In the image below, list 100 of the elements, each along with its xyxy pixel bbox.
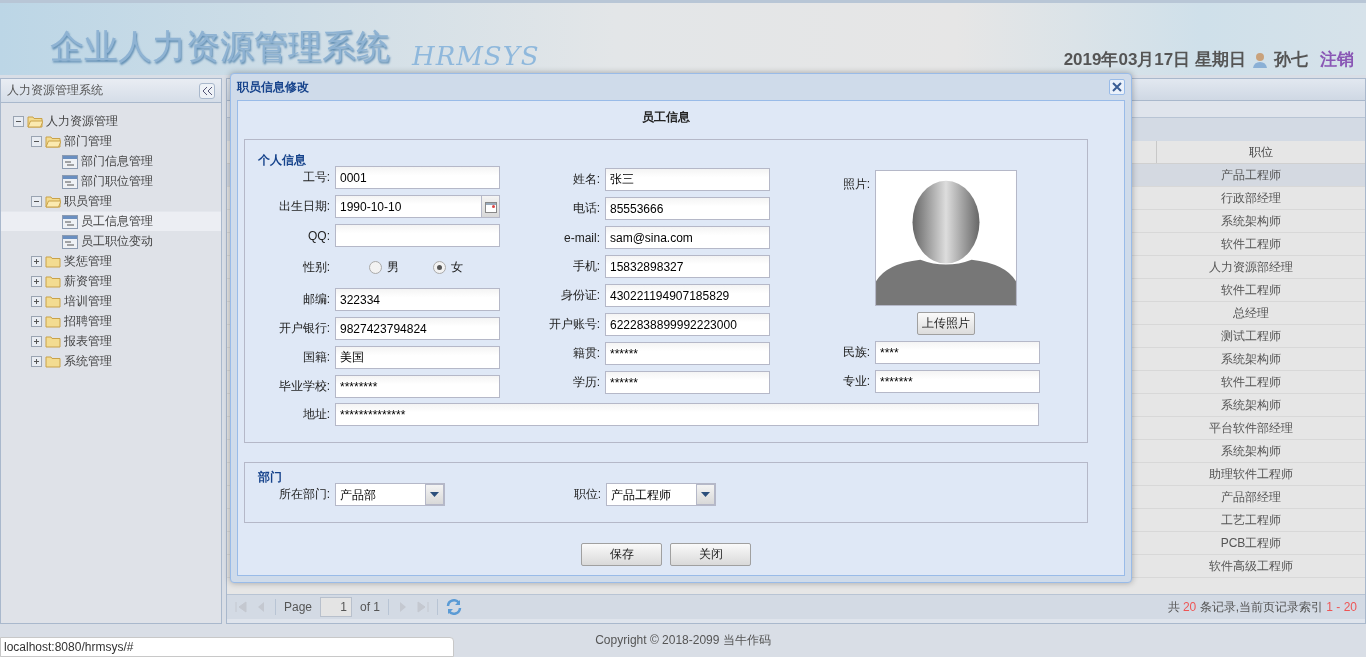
expand-icon[interactable] [31,296,42,307]
select-field[interactable]: 产品部 [335,483,445,506]
text-field[interactable]: 9827423794824 [335,317,500,340]
column-header[interactable]: 职位 [1157,141,1365,163]
tree-item[interactable]: 系统管理 [1,351,221,371]
field-label: 开户银行: [277,320,330,337]
select-field[interactable]: 产品工程师 [606,483,716,506]
collapse-icon[interactable] [31,196,42,207]
tree-item-label: 系统管理 [64,353,112,370]
field-label: 姓名: [571,171,600,188]
calendar-icon [484,200,497,213]
date-picker-button[interactable] [481,195,500,218]
text-field[interactable]: 15832898327 [605,255,770,278]
text-field[interactable]: ****** [605,342,770,365]
table-cell-text: 软件高级工程师 [1208,557,1294,575]
expand-icon[interactable] [31,336,42,347]
collapse-icon[interactable] [13,116,24,127]
form-icon [62,234,78,249]
field-label: 地址: [301,406,330,423]
table-cell-text: 人力资源部经理 [1208,258,1294,276]
tree-item-label: 招聘管理 [64,313,112,330]
record-summary: 共 20 条记录,当前页记录索引 1 - 20 [1167,598,1357,616]
tree-item[interactable]: 人力资源管理 [1,111,221,131]
text-field[interactable]: ****** [605,371,770,394]
dialog-title: 职员信息修改 [237,78,309,96]
form-heading: 员工信息 [641,109,691,126]
open-folder-icon [45,135,61,148]
table-cell-text: 系统架构师 [1220,442,1282,460]
text-field[interactable]: 美国 [335,346,500,369]
expand-icon[interactable] [31,276,42,287]
dropdown-button[interactable] [696,484,715,505]
text-field[interactable]: 322334 [335,288,500,311]
tree-item[interactable]: 员工职位变动 [1,231,221,251]
form-icon [62,174,78,189]
table-cell-text: 软件工程师 [1220,373,1282,391]
page-count: of 1 [360,600,381,614]
tree-item[interactable]: 职员管理 [1,191,221,211]
text-field[interactable] [335,224,500,247]
expand-icon[interactable] [31,356,42,367]
fieldset-legend: 部门 [258,469,1087,483]
text-field[interactable]: 6222838899992223000 [605,313,770,336]
expand-icon[interactable] [31,316,42,327]
app-title: 企业人力资源管理系统 [50,27,390,68]
radio-label: 男 [387,259,399,276]
folder-icon [45,335,61,348]
field-label: QQ: [307,228,330,243]
close-button[interactable] [1109,79,1125,95]
tree-item[interactable]: 部门职位管理 [1,171,221,191]
caret-icon [701,492,710,497]
table-cell-text: PCB工程师 [1219,534,1283,552]
user-name: 孙七 [1274,49,1308,71]
logout-link[interactable]: 注销 [1320,48,1354,71]
close-dialog-button[interactable]: 关闭 [670,543,751,566]
page-label: Page [284,600,313,614]
upload-photo-button[interactable]: 上传照片 [917,312,975,335]
page-number-field[interactable]: 1 [320,597,353,617]
expand-icon[interactable] [31,256,42,267]
field-label: 邮编: [301,291,330,308]
tree-item[interactable]: 培训管理 [1,291,221,311]
collapse-icon[interactable] [31,136,42,147]
tree-item[interactable]: 招聘管理 [1,311,221,331]
field-label: 专业: [841,373,870,390]
status-bar-url: localhost:8080/hrmsys/# [0,637,454,657]
table-cell-text: 产品部经理 [1220,488,1282,506]
tree-item[interactable]: 薪资管理 [1,271,221,291]
open-folder-icon [27,115,43,128]
radio-button[interactable] [369,261,382,274]
save-button[interactable]: 保存 [581,543,662,566]
text-field[interactable]: ******** [335,375,500,398]
text-field[interactable]: 0001 [335,166,500,189]
tree-item[interactable]: 奖惩管理 [1,251,221,271]
text-field[interactable]: sam@sina.com [605,226,770,249]
text-field[interactable]: 张三 [605,168,770,191]
tree-item-label: 薪资管理 [64,273,112,290]
copyright-text: Copyright © 2018-2099 当牛作码 [595,632,771,649]
tree-item-label: 培训管理 [64,293,112,310]
table-cell-text: 总经理 [1232,304,1270,322]
field-label: 电话: [571,200,600,217]
date-field[interactable]: 1990-10-10 [335,195,481,218]
text-field[interactable]: 430221194907185829 [605,284,770,307]
collapse-button[interactable] [199,82,215,99]
date-text: 2019年03月17日 星期日 [1063,49,1246,71]
table-cell-text: 系统架构师 [1220,396,1282,414]
text-field[interactable]: ************** [335,403,1039,426]
tree-item-label: 部门职位管理 [81,173,153,190]
tree-item-label: 报表管理 [64,333,112,350]
field-label: 国籍: [301,349,330,366]
tree-item[interactable]: 报表管理 [1,331,221,351]
tree-item[interactable]: 部门信息管理 [1,151,221,171]
dropdown-button[interactable] [425,484,444,505]
radio-label: 女 [451,259,463,276]
text-field[interactable]: 85553666 [605,197,770,220]
radio-button[interactable] [433,261,446,274]
double-chevron-icon [202,86,212,95]
tree-item[interactable]: 员工信息管理 [1,211,221,231]
text-field[interactable]: ******* [875,370,1040,393]
field-label: 所在部门: [277,486,330,503]
folder-icon [45,255,61,268]
text-field[interactable]: **** [875,341,1040,364]
tree-item[interactable]: 部门管理 [1,131,221,151]
